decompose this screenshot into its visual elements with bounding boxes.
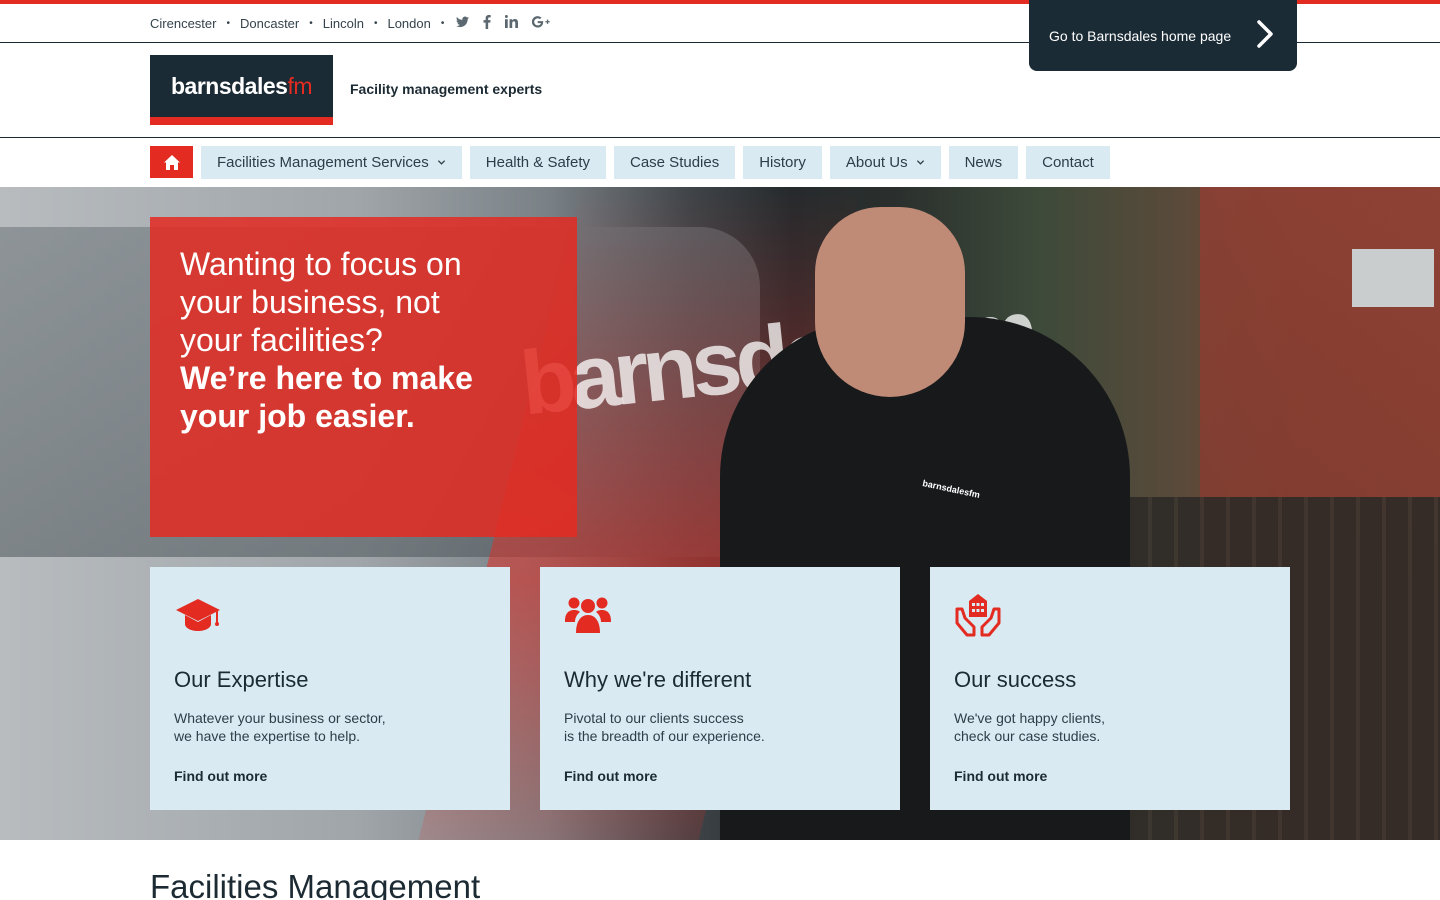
users-icon bbox=[565, 597, 611, 633]
chevron-down-icon bbox=[916, 160, 924, 165]
logo-suffix: fm bbox=[287, 72, 312, 99]
nav-item-label: News bbox=[964, 154, 1003, 171]
nav-item-case-studies[interactable]: Case Studies bbox=[614, 146, 736, 179]
location-link-cirencester[interactable]: Cirencester bbox=[150, 16, 216, 31]
nav-item-label: Case Studies bbox=[630, 154, 720, 171]
nav-home-button[interactable] bbox=[150, 146, 193, 178]
logo-brand: barnsdales bbox=[170, 72, 288, 99]
separator-dot: • bbox=[226, 17, 230, 29]
card-desc-line: we have the expertise to help. bbox=[174, 728, 361, 744]
nav-item-history[interactable]: History bbox=[743, 146, 822, 179]
hero-photo-ac-unit bbox=[1352, 249, 1434, 307]
separator-dot: • bbox=[440, 17, 445, 29]
location-link-lincoln[interactable]: Lincoln bbox=[323, 16, 364, 31]
nav-item-health-safety[interactable]: Health & Safety bbox=[469, 146, 606, 179]
chevron-right-icon bbox=[1257, 20, 1273, 48]
hero-line: Wanting to focus on bbox=[180, 246, 462, 282]
linkedin-icon[interactable] bbox=[505, 15, 519, 31]
card-title: Our success bbox=[954, 667, 1077, 692]
nav-item-about-us[interactable]: About Us bbox=[829, 146, 941, 179]
hero-line: your facilities? bbox=[180, 322, 383, 358]
hero-line-bold: We’re here to make bbox=[180, 360, 473, 396]
nav-item-news[interactable]: News bbox=[948, 146, 1019, 179]
barnsdales-home-button[interactable]: Go to Barnsdales home page bbox=[1029, 0, 1297, 71]
nav-item-label: About Us bbox=[845, 154, 908, 171]
home-link-label: Go to Barnsdales home page bbox=[1049, 27, 1232, 44]
nav-item-label: Facilities Management Services bbox=[217, 154, 429, 171]
hero-line: your business, not bbox=[180, 284, 440, 320]
twitter-icon[interactable] bbox=[456, 16, 470, 31]
card-desc-line: is the breadth of our experience. bbox=[564, 728, 765, 744]
location-link-doncaster[interactable]: Doncaster bbox=[240, 16, 299, 31]
main-nav: Facilities Management Services Health & … bbox=[150, 146, 1110, 179]
nav-item-facilities-management-services[interactable]: Facilities Management Services bbox=[201, 146, 462, 179]
find-out-more-link[interactable]: Find out more bbox=[174, 768, 267, 784]
card-desc-line: We've got happy clients, bbox=[954, 710, 1106, 726]
hero-line-bold: your job easier. bbox=[180, 398, 415, 434]
google-plus-icon[interactable] bbox=[532, 15, 551, 31]
card-desc-line: Whatever your business or sector, bbox=[174, 710, 386, 726]
social-links bbox=[456, 14, 551, 32]
feature-cards: Our Expertise Whatever your business or … bbox=[150, 567, 1290, 810]
nav-item-label: History bbox=[759, 154, 806, 171]
home-icon bbox=[163, 154, 180, 170]
graduation-cap-icon bbox=[176, 599, 220, 631]
card-description: We've got happy clients, check our case … bbox=[954, 709, 1254, 745]
card-why-different[interactable]: Why we're different Pivotal to our clien… bbox=[540, 567, 900, 810]
card-desc-line: check our case studies. bbox=[954, 728, 1101, 744]
hands-building-icon bbox=[955, 594, 1001, 637]
card-title: Our Expertise bbox=[174, 667, 309, 692]
hero-message-panel: Wanting to focus on your business, not y… bbox=[150, 217, 577, 537]
card-description: Pivotal to our clients success is the br… bbox=[564, 709, 864, 745]
site-tagline: Facility management experts bbox=[350, 81, 543, 97]
separator-dot: • bbox=[309, 17, 313, 29]
hero-photo-person-head bbox=[815, 207, 965, 397]
card-our-success[interactable]: Our success We've got happy clients, che… bbox=[930, 567, 1290, 810]
chevron-down-icon bbox=[437, 160, 445, 165]
nav-item-contact[interactable]: Contact bbox=[1026, 146, 1110, 179]
section-title: Facilities Management bbox=[150, 868, 481, 900]
nav-item-label: Contact bbox=[1042, 154, 1094, 171]
find-out-more-link[interactable]: Find out more bbox=[564, 768, 657, 784]
location-link-london[interactable]: London bbox=[387, 16, 430, 31]
card-title: Why we're different bbox=[564, 667, 752, 692]
nav-item-label: Health & Safety bbox=[485, 154, 590, 171]
card-our-expertise[interactable]: Our Expertise Whatever your business or … bbox=[150, 567, 510, 810]
facebook-icon[interactable] bbox=[483, 14, 492, 32]
site-logo[interactable]: barnsdales fm bbox=[150, 55, 333, 125]
find-out-more-link[interactable]: Find out more bbox=[954, 768, 1047, 784]
locations-list: Cirencester • Doncaster • Lincoln • Lond… bbox=[150, 4, 551, 42]
card-description: Whatever your business or sector, we hav… bbox=[174, 709, 474, 745]
separator-dot: • bbox=[373, 17, 378, 29]
card-desc-line: Pivotal to our clients success bbox=[564, 710, 744, 726]
